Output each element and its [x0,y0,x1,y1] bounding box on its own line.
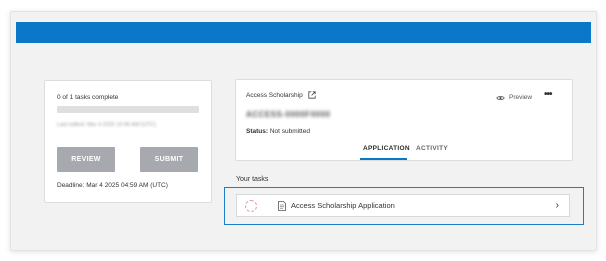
preview-label: Preview [509,94,533,101]
document-icon [278,200,286,211]
progress-bar-blurred [57,106,199,113]
more-options-icon[interactable]: ••• [544,89,552,100]
tasks-count: 0 of 1 tasks complete [57,94,119,101]
application-id-blurred: ACCESS-0000F0000 [246,110,331,119]
last-edited-blurred: Last edited: Mar 4 2025 10:45 AM (UTC) [57,122,157,128]
top-banner [16,22,591,43]
task-status-circle-icon [245,199,257,212]
tab-application[interactable]: APPLICATION [363,145,410,152]
review-button[interactable]: REVIEW [57,147,115,172]
application-card: Access Scholarship ACCESS-0000F0000 Stat… [235,79,573,161]
preview-button[interactable]: Preview [496,94,532,101]
your-tasks-heading: Your tasks [236,176,269,183]
task-label: Access Scholarship Application [291,201,395,210]
eye-icon [496,95,505,100]
status-line: Status: Not submitted [246,128,310,135]
submit-button[interactable]: SUBMIT [140,147,198,172]
status-label: Status: [246,128,269,135]
deadline-text: Deadline: Mar 4 2025 04:59 AM (UTC) [57,182,168,189]
task-item[interactable]: Access Scholarship Application › [236,194,570,217]
scholarship-title-link[interactable]: Access Scholarship [246,91,316,99]
status-value: Not submitted [269,128,310,135]
active-tab-indicator [360,158,407,160]
progress-card: 0 of 1 tasks complete Last edited: Mar 4… [44,80,212,203]
scholarship-title: Access Scholarship [246,91,303,99]
tab-activity[interactable]: ACTIVITY [416,145,448,152]
chevron-right-icon: › [555,200,559,211]
external-link-icon [308,91,316,99]
